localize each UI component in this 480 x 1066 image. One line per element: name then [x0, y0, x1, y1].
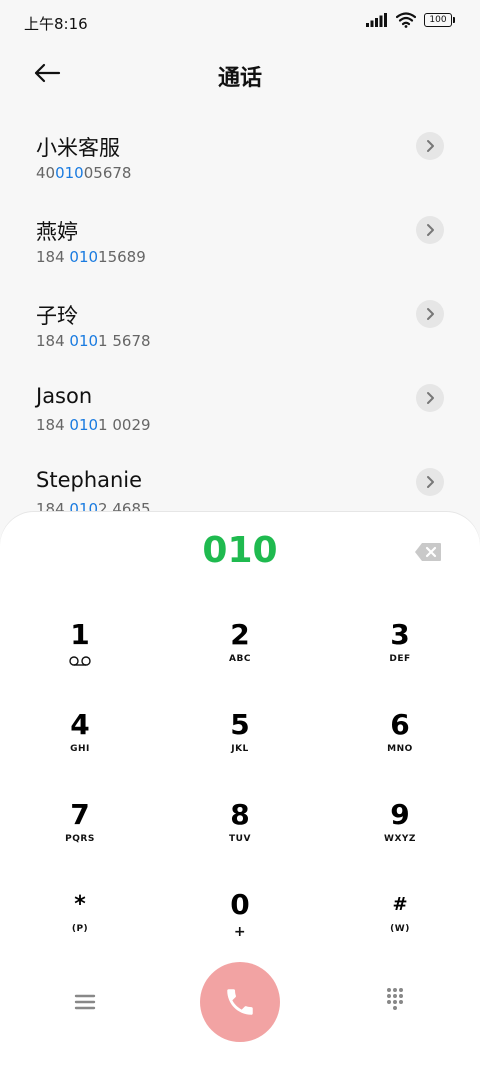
- keypad-icon: [387, 988, 403, 1010]
- key-letters: MNO: [387, 744, 413, 754]
- key-digit: 9: [390, 798, 410, 831]
- key-digit: 6: [390, 708, 410, 741]
- dial-pad-panel: 010 1 2 ABC 3 DEF 4 GHI 5 JKL 6 MNO 7 PQ…: [0, 512, 480, 1066]
- dialed-number: 010: [202, 530, 278, 571]
- key-digit: *: [74, 892, 86, 917]
- key-digit: 1: [70, 618, 90, 651]
- key-hash[interactable]: # (W): [340, 888, 460, 958]
- contact-name: 小米客服: [36, 136, 120, 160]
- wifi-icon: [396, 12, 416, 28]
- key-digit: 0: [230, 888, 250, 921]
- key-8[interactable]: 8 TUV: [180, 798, 300, 868]
- key-digit: 7: [70, 798, 90, 831]
- key-letters: DEF: [389, 654, 411, 664]
- contact-name: Stephanie: [36, 468, 143, 492]
- backspace-icon: [415, 543, 441, 561]
- key-7[interactable]: 7 PQRS: [20, 798, 140, 868]
- key-6[interactable]: 6 MNO: [340, 708, 460, 778]
- key-letters: PQRS: [65, 834, 95, 844]
- chevron-right-icon: [427, 308, 434, 320]
- page-title: 通话: [217, 66, 262, 91]
- keypad-toggle-button[interactable]: [382, 986, 408, 1012]
- key-digit: 5: [230, 708, 250, 741]
- key-3[interactable]: 3 DEF: [340, 618, 460, 688]
- key-letters: JKL: [231, 744, 249, 754]
- header: 通话: [0, 46, 480, 102]
- chevron-right-icon: [427, 476, 434, 488]
- key-digit: 4: [70, 708, 90, 741]
- key-letters: TUV: [229, 834, 251, 844]
- contact-list: 小米客服 4001005678 燕婷 184 01015689 子玲 184 0…: [0, 126, 480, 546]
- status-icons: 100: [366, 12, 455, 28]
- contact-number: 184 0101 0029: [36, 416, 151, 434]
- menu-button[interactable]: [70, 990, 100, 1014]
- status-bar: 上午8:16 100: [0, 0, 480, 46]
- phone-icon: [227, 989, 253, 1015]
- key-letters: (P): [71, 924, 89, 934]
- contact-number: 184 0101 5678: [36, 332, 151, 350]
- chevron-right-icon: [427, 392, 434, 404]
- key-letters: GHI: [70, 744, 90, 754]
- contact-detail-button[interactable]: [416, 300, 444, 328]
- contact-detail-button[interactable]: [416, 132, 444, 160]
- contact-number: 4001005678: [36, 164, 132, 182]
- key-star[interactable]: * (P): [20, 888, 140, 958]
- signal-icon: [366, 13, 387, 27]
- contact-detail-button[interactable]: [416, 384, 444, 412]
- battery-icon: 100: [424, 13, 455, 27]
- key-digit: #: [392, 894, 408, 915]
- key-5[interactable]: 5 JKL: [180, 708, 300, 778]
- voicemail-icon: [69, 656, 91, 666]
- key-1[interactable]: 1: [20, 618, 140, 688]
- key-digit: 3: [390, 618, 410, 651]
- key-letters: ABC: [229, 654, 251, 664]
- key-4[interactable]: 4 GHI: [20, 708, 140, 778]
- key-9[interactable]: 9 WXYZ: [340, 798, 460, 868]
- list-item[interactable]: Jason 184 0101 0029: [0, 378, 480, 462]
- contact-number: 184 01015689: [36, 248, 146, 266]
- contact-name: 子玲: [36, 304, 78, 328]
- key-digit: 8: [230, 798, 250, 831]
- dialer-bottom-bar: [0, 960, 480, 1044]
- list-item[interactable]: 燕婷 184 01015689: [0, 210, 480, 294]
- contact-name: 燕婷: [36, 220, 78, 244]
- list-item[interactable]: 子玲 184 0101 5678: [0, 294, 480, 378]
- menu-icon: [74, 994, 96, 1010]
- list-item[interactable]: 小米客服 4001005678: [0, 126, 480, 210]
- backspace-button[interactable]: [414, 542, 442, 562]
- key-2[interactable]: 2 ABC: [180, 618, 300, 688]
- chevron-right-icon: [427, 224, 434, 236]
- chevron-right-icon: [427, 140, 434, 152]
- call-button[interactable]: [200, 962, 280, 1042]
- contact-name: Jason: [36, 384, 93, 408]
- contact-detail-button[interactable]: [416, 468, 444, 496]
- key-letters: (W): [390, 924, 410, 934]
- status-time: 上午8:16: [24, 15, 88, 33]
- key-letters: WXYZ: [384, 834, 416, 844]
- key-digit: 2: [230, 618, 250, 651]
- contact-detail-button[interactable]: [416, 216, 444, 244]
- key-letters: +: [233, 924, 247, 940]
- key-0[interactable]: 0 +: [180, 888, 300, 958]
